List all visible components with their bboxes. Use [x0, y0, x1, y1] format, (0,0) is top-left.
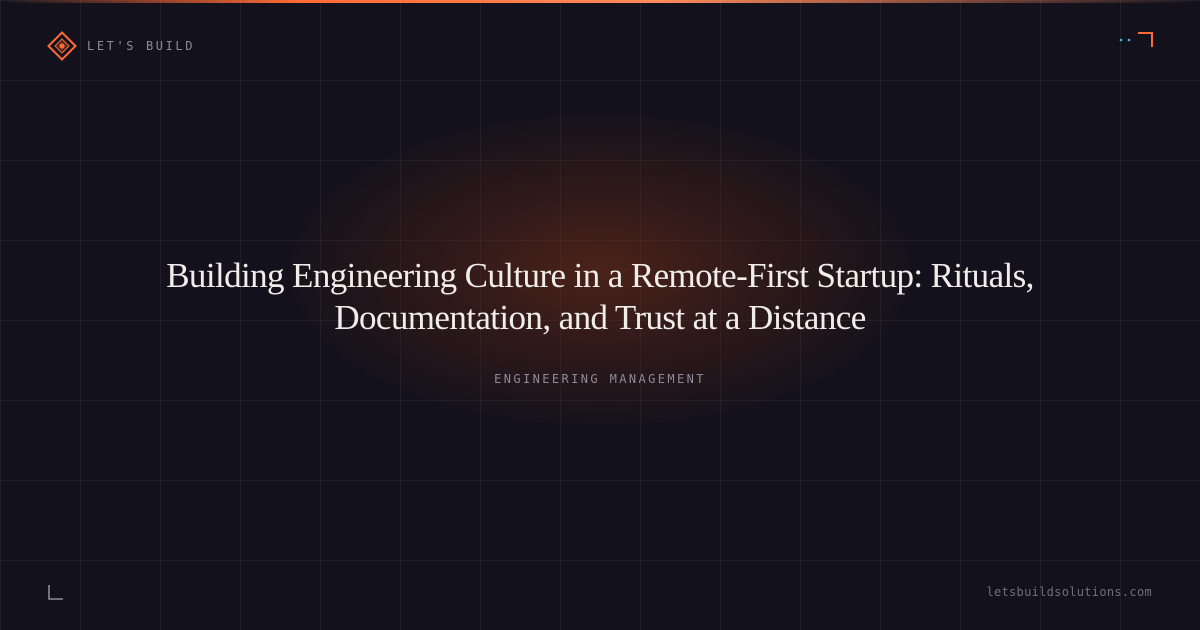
brand: LET'S BUILD — [47, 31, 195, 61]
diamond-logo-icon — [47, 31, 77, 61]
corner-bracket-icon — [48, 585, 63, 600]
site-url: letsbuildsolutions.com — [986, 585, 1152, 599]
brand-name: LET'S BUILD — [87, 39, 196, 53]
corner-bracket-icon — [1119, 32, 1153, 47]
top-accent-bar — [0, 0, 1200, 3]
post-title: Building Engineering Culture in a Remote… — [166, 256, 1034, 337]
post-category: ENGINEERING MANAGEMENT — [494, 372, 706, 386]
og-card: LET'S BUILD Building Engineering Culture… — [0, 0, 1200, 630]
